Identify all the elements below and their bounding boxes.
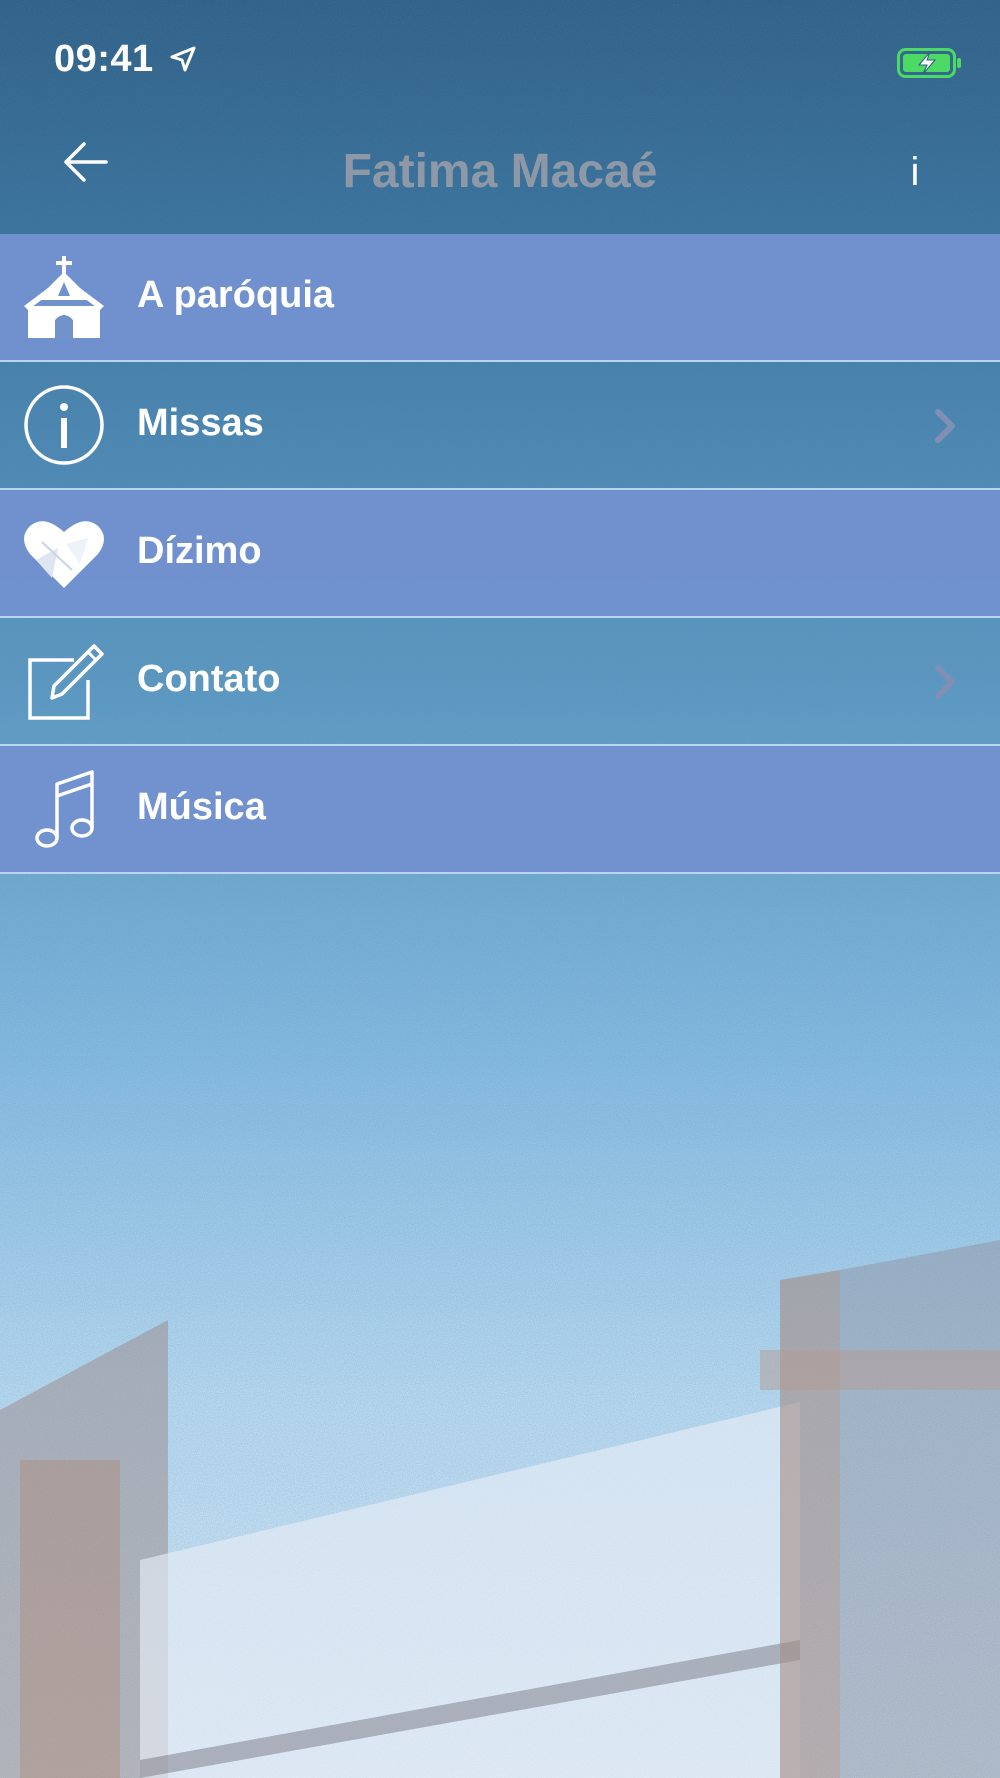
menu-item-label: Música <box>137 786 266 828</box>
menu-item-label: Contato <box>137 658 281 700</box>
app-screen: 09:41 Fatima Macaé i A paróquia Missas D… <box>0 0 1000 1778</box>
menu-item-missas[interactable]: Missas <box>0 362 1000 490</box>
heart-icon <box>24 521 104 588</box>
menu-item-dizimo[interactable]: Dízimo <box>0 490 1000 618</box>
menu-list: A paróquia Missas Dízimo Contato Música <box>0 234 1000 874</box>
church-background-image <box>0 1240 1000 1778</box>
menu-item-a-paroquia[interactable]: A paróquia <box>0 234 1000 362</box>
edit-icon <box>28 644 104 720</box>
church-icon <box>24 256 104 338</box>
battery-charging-icon <box>897 48 961 78</box>
location-arrow-icon <box>170 46 196 72</box>
menu-item-contato[interactable]: Contato <box>0 618 1000 746</box>
chevron-right-icon <box>935 409 955 443</box>
status-bar: 09:41 <box>0 0 1000 110</box>
menu-item-label: Dízimo <box>137 530 262 572</box>
music-note-icon <box>35 770 94 848</box>
menu-item-musica[interactable]: Música <box>0 746 1000 874</box>
info-button[interactable]: i <box>900 150 930 210</box>
menu-item-label: Missas <box>137 402 264 444</box>
info-circle-icon <box>24 385 104 465</box>
menu-item-label: A paróquia <box>137 274 335 316</box>
status-time: 09:41 <box>54 38 154 80</box>
page-title: Fatima Macaé <box>342 145 658 198</box>
chevron-right-icon <box>935 665 955 699</box>
navigation-bar: Fatima Macaé i <box>0 110 1000 234</box>
